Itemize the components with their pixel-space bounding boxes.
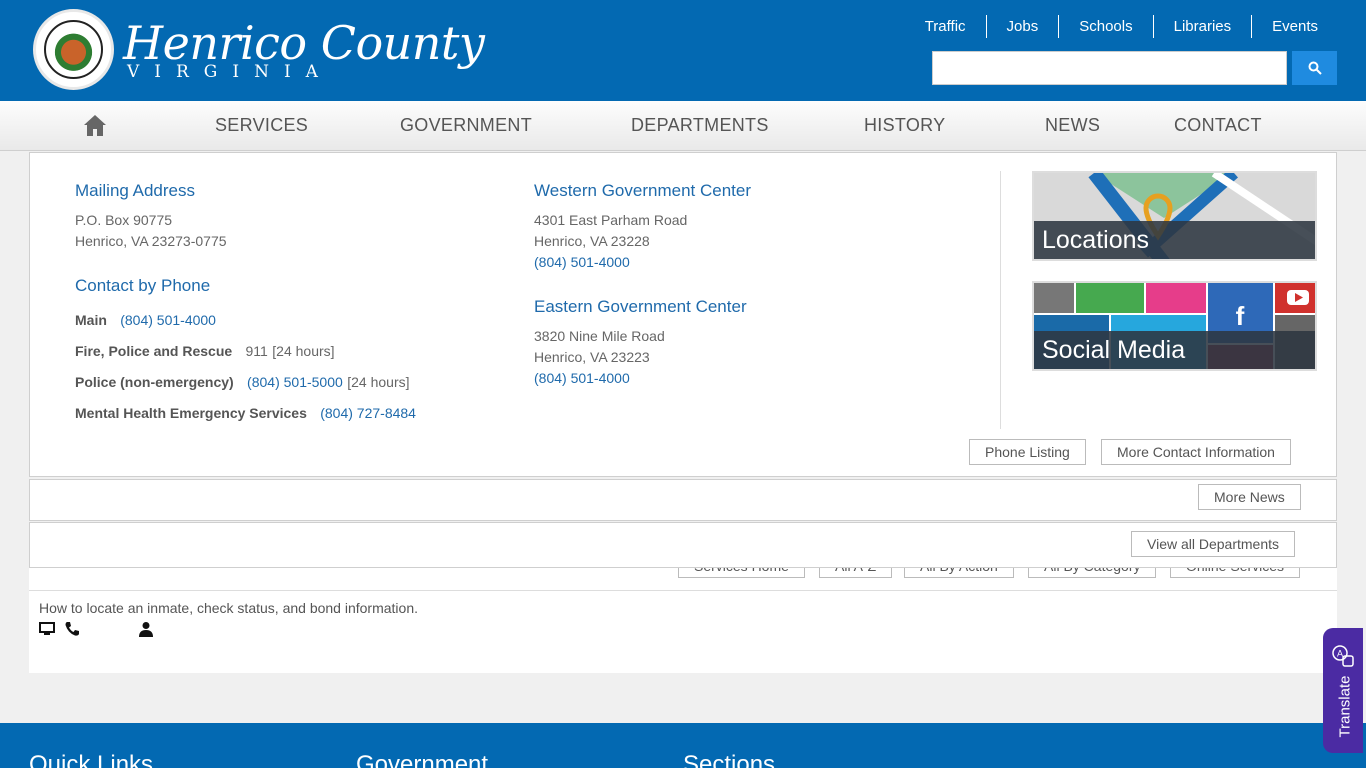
social-media-tile[interactable]: f Social Media [1032, 281, 1317, 371]
more-news-button[interactable]: More News [1198, 484, 1301, 510]
locations-label: Locations [1034, 221, 1315, 259]
footer-quick-links-heading: Quick Links [29, 751, 154, 768]
mailing-address: P.O. Box 90775 Henrico, VA 23273-0775 [75, 210, 227, 252]
western-center-heading: Western Government Center [534, 181, 751, 200]
view-all-departments-button[interactable]: View all Departments [1131, 531, 1296, 557]
social-media-label: Social Media [1034, 331, 1315, 369]
translate-label: Translate [1336, 675, 1354, 738]
eastern-center-heading: Eastern Government Center [534, 297, 747, 316]
eastern-center-address: 3820 Nine Mile Road Henrico, VA 23223 (8… [534, 326, 665, 389]
services-button-row: Services Home All A-Z All By Action All … [29, 568, 1337, 591]
brand-name: Henrico County [123, 16, 485, 70]
nav-services[interactable]: SERVICES [215, 115, 308, 136]
phone-link[interactable]: (804) 501-5000 [247, 374, 343, 390]
nav-news[interactable]: NEWS [1045, 115, 1100, 136]
top-link-schools[interactable]: Schools [1058, 15, 1152, 38]
service-description: How to locate an inmate, check status, a… [39, 600, 418, 616]
search-button[interactable] [1292, 51, 1337, 85]
top-link-traffic[interactable]: Traffic [905, 15, 986, 38]
service-item: How to locate an inmate, check status, a… [29, 591, 1337, 673]
computer-icon [39, 622, 55, 635]
phone-label: Mental Health Emergency Services [75, 405, 307, 421]
address-line: Henrico, VA 23223 [534, 349, 650, 365]
top-link-jobs[interactable]: Jobs [985, 15, 1059, 38]
top-link-libraries[interactable]: Libraries [1152, 15, 1252, 38]
more-contact-info-button[interactable]: More Contact Information [1101, 439, 1291, 465]
nav-history[interactable]: HISTORY [864, 115, 945, 136]
mailing-line-1: P.O. Box 90775 [75, 212, 173, 228]
nav-departments[interactable]: DEPARTMENTS [631, 115, 769, 136]
locations-tile[interactable]: Locations [1032, 171, 1317, 261]
nav-contact[interactable]: CONTACT [1174, 115, 1262, 136]
phone-row-police: Police (non-emergency) (804) 501-5000 [2… [75, 374, 410, 392]
footer-government-heading: Government [356, 751, 489, 768]
phone-listing-button[interactable]: Phone Listing [969, 439, 1086, 465]
translate-widget[interactable]: A Translate [1323, 628, 1363, 753]
footer-sections-heading: Sections [683, 751, 776, 768]
column-divider [1000, 171, 1001, 429]
address-line: 3820 Nine Mile Road [534, 328, 665, 344]
phone-label: Main [75, 312, 107, 328]
svg-text:f: f [1236, 301, 1245, 331]
brand-logo[interactable]: Henrico County VIRGINIA [123, 16, 485, 82]
all-a-z-button[interactable]: All A-Z [819, 568, 893, 578]
top-link-events[interactable]: Events [1251, 15, 1338, 38]
brand-subtitle: VIRGINIA [127, 62, 333, 82]
phone-hours: [24 hours] [272, 343, 335, 359]
news-dropdown-panel: More News [29, 479, 1337, 521]
phone-row-main: Main (804) 501-4000 [75, 312, 216, 330]
svg-text:A: A [1337, 649, 1343, 659]
search-icon [1308, 61, 1322, 75]
all-by-category-button[interactable]: All By Category [1028, 568, 1157, 578]
services-home-button[interactable]: Services Home [678, 568, 805, 578]
contact-by-phone-heading: Contact by Phone [75, 276, 211, 295]
county-seal-logo[interactable] [33, 9, 114, 90]
online-services-button[interactable]: Online Services [1170, 568, 1301, 578]
top-links: Traffic Jobs Schools Libraries Events [905, 15, 1338, 38]
search-input[interactable] [932, 51, 1287, 85]
main-nav: SERVICES GOVERNMENT DEPARTMENTS HISTORY … [0, 101, 1366, 151]
phone-link[interactable]: (804) 501-4000 [120, 312, 216, 328]
person-icon [139, 622, 153, 637]
phone-link[interactable]: (804) 501-4000 [534, 368, 665, 389]
contact-dropdown-panel: Mailing Address P.O. Box 90775 Henrico, … [29, 152, 1337, 477]
address-line: 4301 East Parham Road [534, 212, 688, 228]
translate-icon: A [1332, 645, 1354, 667]
phone-link[interactable]: (804) 727-8484 [320, 405, 416, 421]
phone-row-fire: Fire, Police and Rescue 911 [24 hours] [75, 343, 335, 361]
western-center-address: 4301 East Parham Road Henrico, VA 23228 … [534, 210, 687, 273]
phone-link[interactable]: (804) 501-4000 [534, 252, 687, 273]
phone-icon [65, 622, 79, 636]
phone-label: Police (non-emergency) [75, 374, 234, 390]
phone-value: 911 [245, 343, 268, 359]
mailing-address-heading: Mailing Address [75, 181, 196, 200]
all-by-action-button[interactable]: All By Action [904, 568, 1014, 578]
site-header: Henrico County VIRGINIA Traffic Jobs Sch… [0, 0, 1366, 101]
home-icon[interactable] [83, 113, 107, 137]
phone-label: Fire, Police and Rescue [75, 343, 233, 359]
mailing-line-2: Henrico, VA 23273-0775 [75, 233, 227, 249]
address-line: Henrico, VA 23228 [534, 233, 650, 249]
phone-row-mental-health: Mental Health Emergency Services (804) 7… [75, 405, 416, 423]
phone-hours: [24 hours] [347, 374, 410, 390]
site-footer: Quick Links Government Sections [0, 723, 1366, 768]
departments-dropdown-panel: View all Departments [29, 522, 1337, 568]
nav-government[interactable]: GOVERNMENT [400, 115, 532, 136]
